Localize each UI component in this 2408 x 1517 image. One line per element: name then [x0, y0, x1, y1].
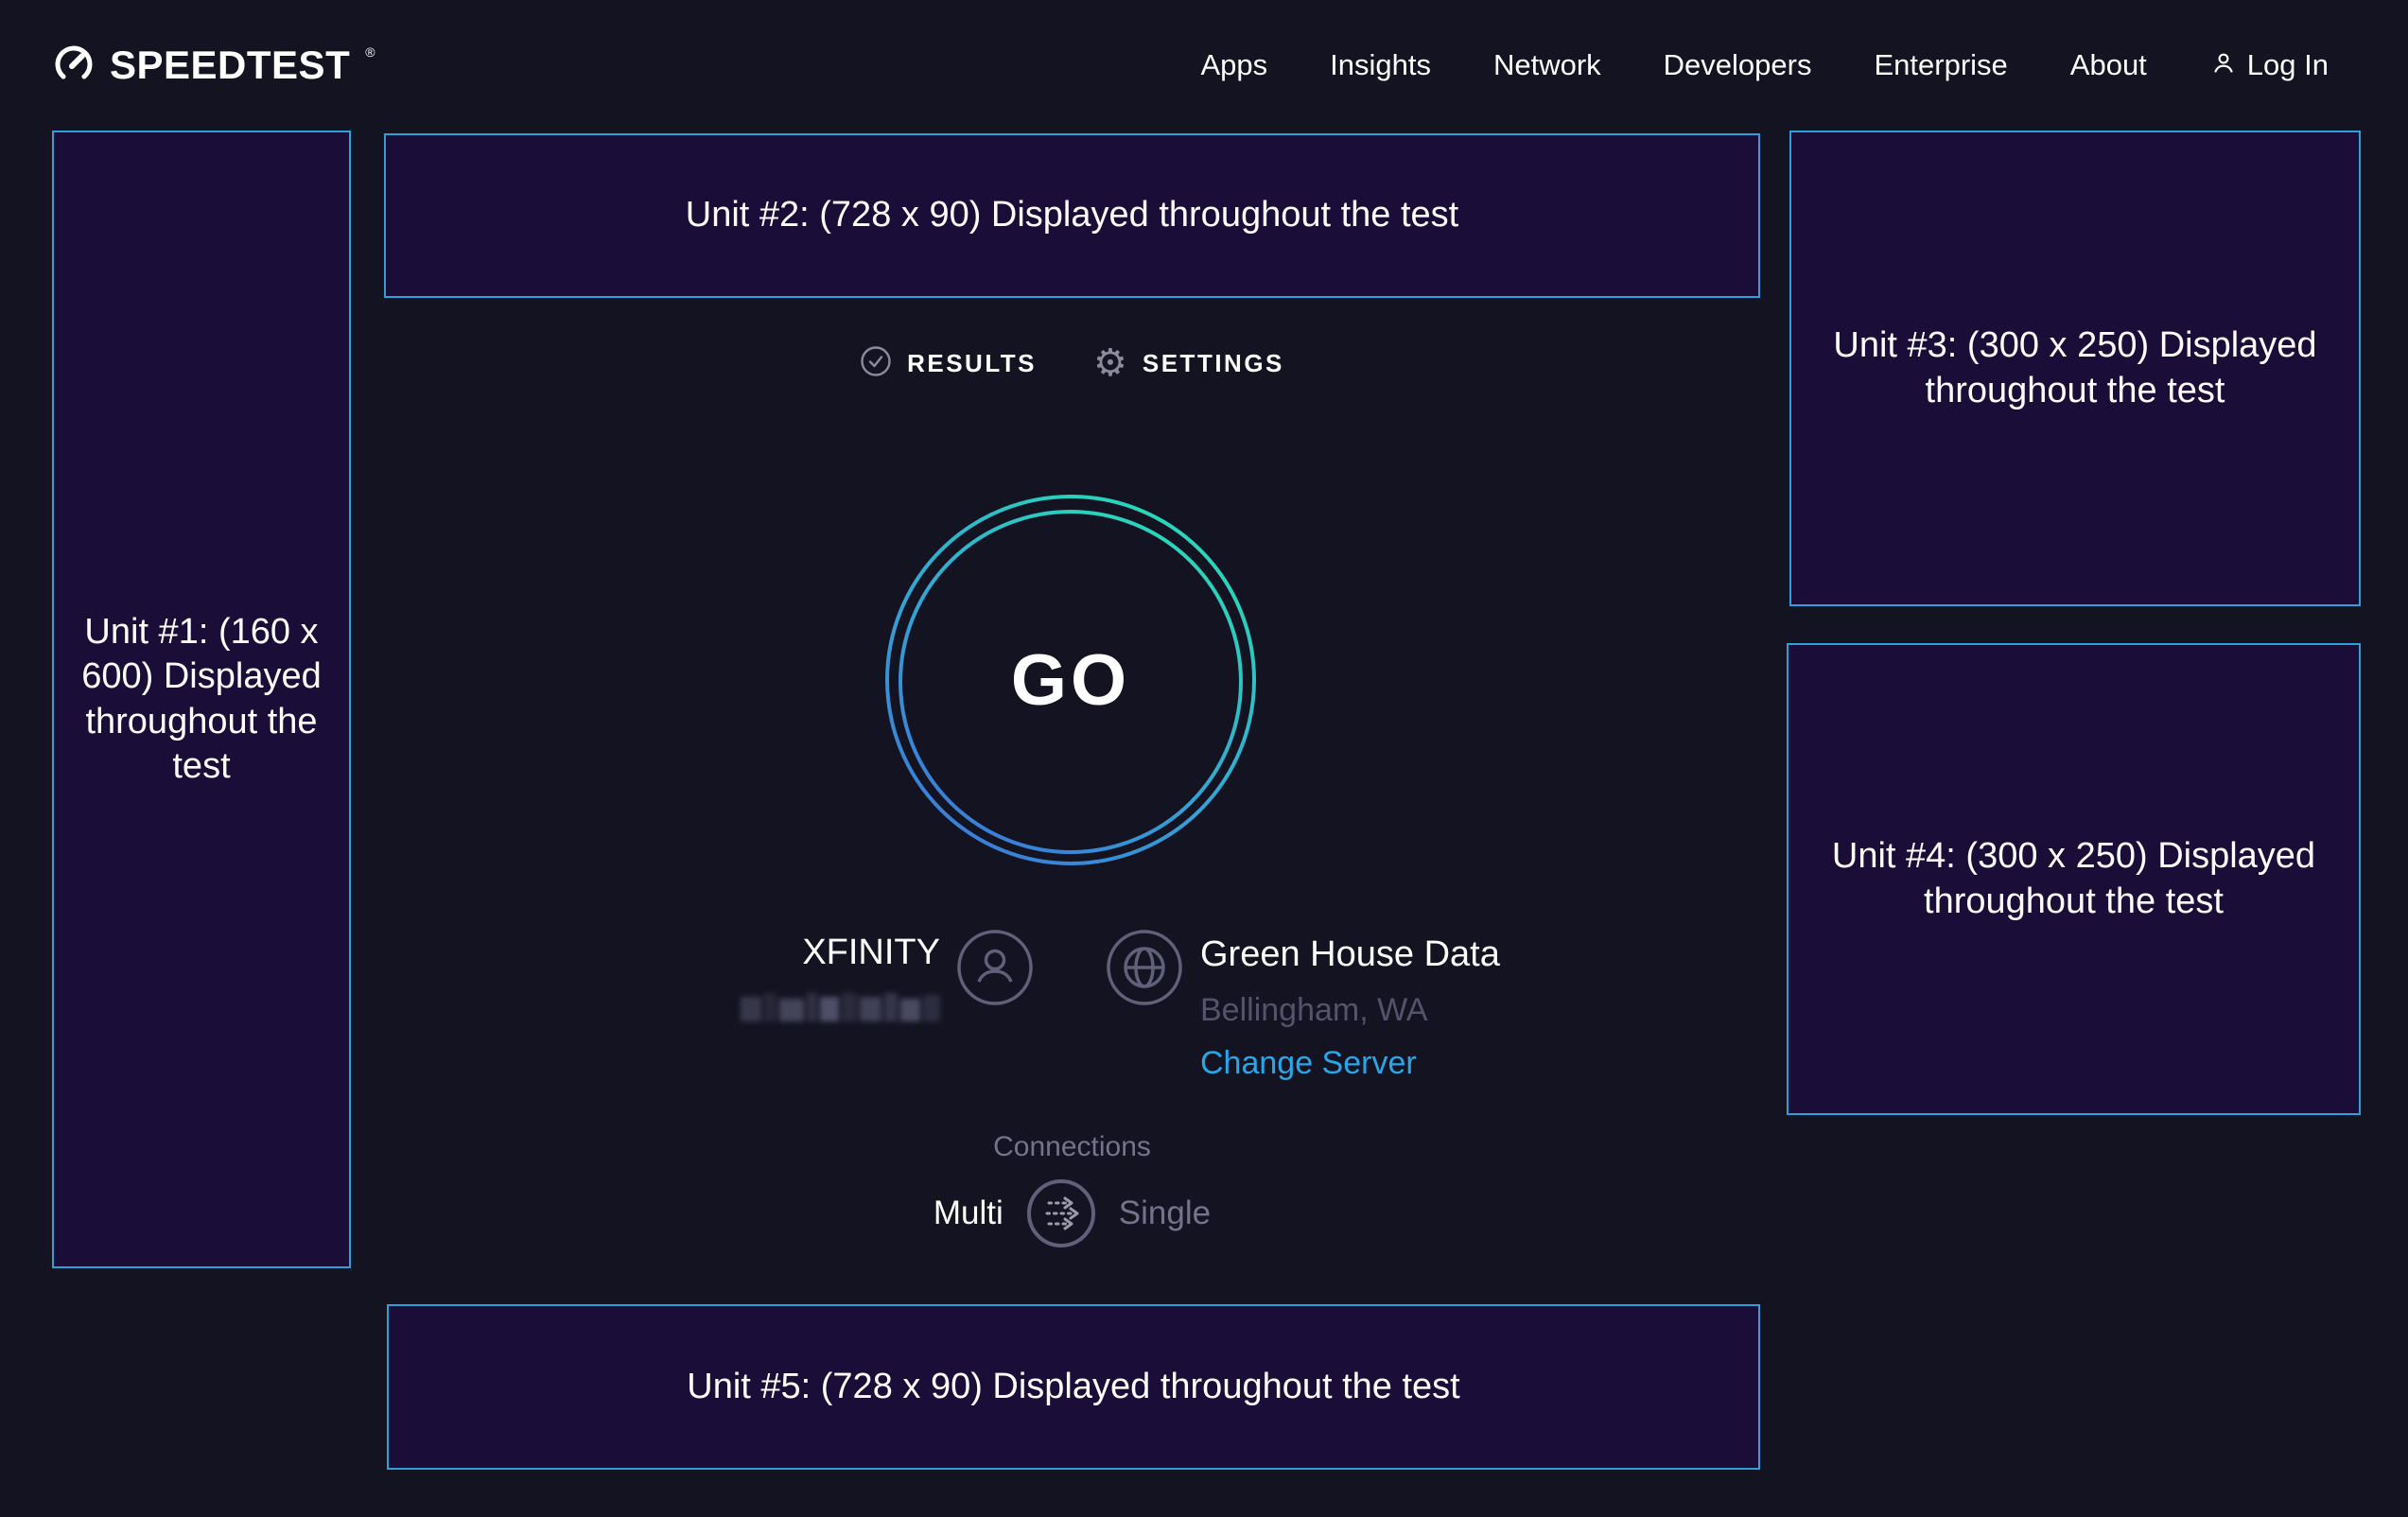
connections-multi-option[interactable]: Multi: [934, 1194, 1003, 1232]
trademark-mark: ®: [365, 44, 375, 60]
tab-bar: RESULTS ⚙ SETTINGS: [384, 339, 1760, 388]
ad-unit-4-text: Unit #4: (300 x 250) Displayed throughou…: [1817, 834, 2330, 924]
nav-item-network[interactable]: Network: [1493, 48, 1601, 82]
speedometer-icon: [51, 41, 96, 91]
change-server-link[interactable]: Change Server: [1200, 1044, 1500, 1082]
isp-user-icon: [956, 929, 1034, 1006]
server-name[interactable]: Green House Data: [1200, 933, 1500, 976]
nav-item-developers[interactable]: Developers: [1664, 48, 1812, 82]
top-nav-bar: SPEEDTEST ® Apps Insights Network Develo…: [0, 0, 2408, 131]
main-nav: Apps Insights Network Developers Enterpr…: [1200, 48, 2329, 82]
login-label: Log In: [2247, 48, 2329, 82]
go-button[interactable]: GO: [881, 491, 1260, 869]
person-icon: [2209, 49, 2238, 82]
nav-item-apps[interactable]: Apps: [1200, 48, 1267, 82]
ad-unit-3-text: Unit #3: (300 x 250) Displayed throughou…: [1820, 323, 2330, 413]
server-location: Bellingham, WA: [1200, 991, 1500, 1029]
speedtest-logo[interactable]: SPEEDTEST ®: [51, 41, 374, 91]
connections-label: Connections: [384, 1131, 1760, 1163]
nav-item-enterprise[interactable]: Enterprise: [1874, 48, 2007, 82]
tab-settings-label: SETTINGS: [1143, 349, 1284, 378]
login-button[interactable]: Log In: [2209, 48, 2329, 82]
speedtest-page: SPEEDTEST ® Apps Insights Network Develo…: [0, 0, 2408, 1517]
tab-results[interactable]: RESULTS: [860, 345, 1037, 382]
nav-item-insights[interactable]: Insights: [1330, 48, 1431, 82]
ad-unit-3[interactable]: Unit #3: (300 x 250) Displayed throughou…: [1789, 131, 2361, 606]
ip-address-redacted: [741, 991, 940, 1021]
brand-name: SPEEDTEST: [110, 43, 350, 88]
connections-toggle-icon[interactable]: [1026, 1178, 1096, 1248]
gear-icon: ⚙: [1093, 344, 1127, 382]
tab-settings[interactable]: ⚙ SETTINGS: [1093, 344, 1284, 382]
ad-unit-5[interactable]: Unit #5: (728 x 90) Displayed throughout…: [387, 1304, 1760, 1470]
ad-unit-1[interactable]: Unit #1: (160 x 600) Displayed throughou…: [52, 131, 351, 1268]
server-globe-icon: [1106, 929, 1183, 1006]
nav-item-about[interactable]: About: [2070, 48, 2147, 82]
server-info: Green House Data Bellingham, WA Change S…: [1200, 933, 1500, 1082]
isp-name[interactable]: XFINITY: [662, 933, 940, 973]
ad-unit-4[interactable]: Unit #4: (300 x 250) Displayed throughou…: [1787, 643, 2361, 1115]
go-button-label: GO: [881, 491, 1260, 869]
ad-unit-2-text: Unit #2: (728 x 90) Displayed throughout…: [686, 193, 1458, 238]
ad-unit-1-text: Unit #1: (160 x 600) Displayed throughou…: [67, 610, 336, 790]
connections-toggle-row: Multi Single: [384, 1178, 1760, 1248]
tab-results-label: RESULTS: [907, 349, 1037, 378]
check-circle-icon: [860, 345, 892, 382]
connections-single-option[interactable]: Single: [1119, 1194, 1211, 1232]
ad-unit-2[interactable]: Unit #2: (728 x 90) Displayed throughout…: [384, 133, 1760, 298]
ad-unit-5-text: Unit #5: (728 x 90) Displayed throughout…: [687, 1365, 1459, 1410]
